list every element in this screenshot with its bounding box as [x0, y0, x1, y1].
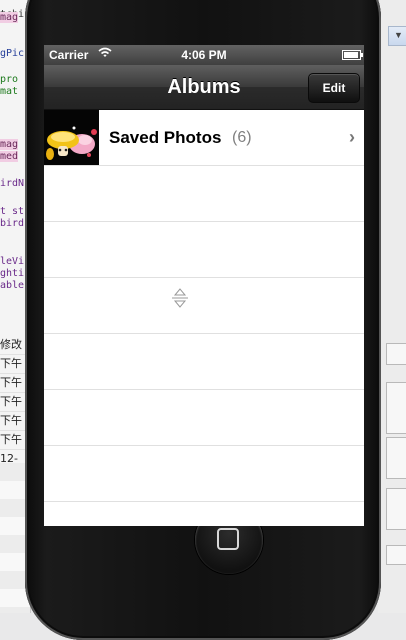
ide-panel-box — [386, 437, 406, 479]
code-fragment: mag — [0, 139, 19, 150]
simulator-screen: Carrier 4:06 PM Albums Edit Saved Photos… — [44, 45, 364, 526]
code-fragment: med — [0, 151, 19, 162]
empty-row — [44, 222, 364, 278]
album-row-saved-photos[interactable]: Saved Photos (6) › — [44, 110, 364, 166]
album-thumbnail — [44, 110, 99, 165]
ide-panel-box — [386, 488, 406, 530]
status-time: 4:06 PM — [181, 48, 227, 62]
code-fragment: gPic — [0, 48, 25, 59]
empty-row — [44, 446, 364, 502]
album-title: Saved Photos — [109, 128, 222, 147]
code-fragment: mat — [0, 86, 19, 97]
ide-right-panel: ▼ — [378, 0, 406, 613]
chevron-down-icon: ▼ — [394, 30, 403, 40]
album-count: (6) — [232, 129, 252, 146]
empty-row — [44, 166, 364, 222]
ide-panel-box — [386, 343, 406, 365]
code-fragment: leVi — [0, 256, 25, 267]
ide-panel-box — [386, 545, 406, 565]
home-square-icon — [217, 528, 239, 550]
status-bar: Carrier 4:06 PM — [44, 45, 364, 65]
ide-panel-box — [386, 382, 406, 434]
empty-row — [44, 334, 364, 390]
resize-cursor-icon — [170, 287, 190, 309]
code-fragment: able — [0, 280, 25, 291]
code-fragment: bird — [0, 218, 25, 229]
code-fragment: irdN — [0, 178, 25, 189]
code-fragment: mag — [0, 12, 19, 23]
code-fragment: ghti — [0, 268, 25, 279]
navigation-bar: Albums Edit — [44, 65, 364, 110]
code-fragment: pro — [0, 74, 19, 85]
albums-table: Saved Photos (6) › — [44, 110, 364, 526]
chevron-right-icon: › — [349, 127, 355, 147]
battery-fill — [344, 52, 358, 58]
empty-row — [44, 390, 364, 446]
empty-row — [44, 278, 364, 334]
empty-row — [44, 502, 364, 526]
edit-button[interactable]: Edit — [308, 73, 360, 103]
battery-icon — [342, 50, 363, 60]
code-fragment: t st — [0, 206, 25, 217]
